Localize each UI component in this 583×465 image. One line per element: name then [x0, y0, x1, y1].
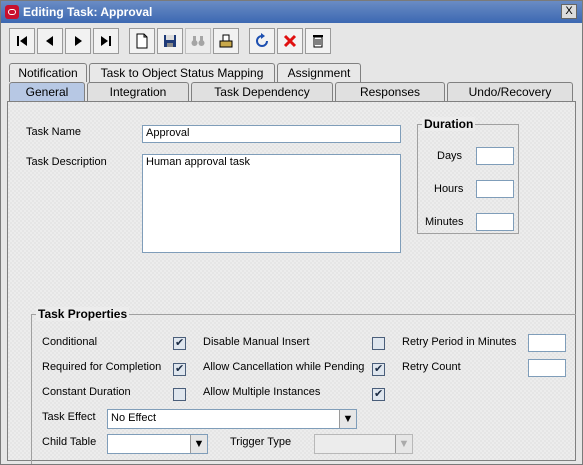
minutes-input[interactable]: [476, 213, 514, 231]
save-button[interactable]: [157, 28, 183, 54]
duration-title: Duration: [422, 117, 476, 131]
tab-undo-recovery[interactable]: Undo/Recovery: [447, 82, 573, 101]
tab-task-to-object-status-mapping[interactable]: Task to Object Status Mapping: [89, 63, 275, 82]
child-table-select[interactable]: ▼: [107, 434, 208, 454]
tab-assignment[interactable]: Assignment: [277, 63, 361, 82]
task-description-label: Task Description: [26, 156, 107, 168]
last-record-icon: [101, 36, 111, 46]
constant-duration-checkbox[interactable]: [173, 388, 186, 401]
tab-general[interactable]: General: [9, 82, 85, 101]
tab-integration[interactable]: Integration: [87, 82, 189, 101]
retry-count-input[interactable]: [528, 359, 566, 377]
days-input[interactable]: [476, 147, 514, 165]
cancel-button[interactable]: [277, 28, 303, 54]
allow-cancellation-checkbox[interactable]: [372, 362, 385, 376]
task-name-input[interactable]: Approval: [142, 125, 401, 143]
first-record-button[interactable]: [9, 28, 35, 54]
constant-duration-label: Constant Duration: [42, 386, 131, 398]
trash-icon: [313, 35, 323, 48]
tab-responses[interactable]: Responses: [335, 82, 445, 101]
previous-record-button[interactable]: [37, 28, 63, 54]
next-record-icon: [75, 36, 82, 46]
new-document-icon: [136, 33, 148, 49]
close-button[interactable]: X: [561, 4, 577, 19]
window-title: Editing Task: Approval: [23, 5, 153, 19]
import-button[interactable]: [213, 28, 239, 54]
chevron-down-icon: ▼: [339, 410, 356, 428]
allow-cancellation-label: Allow Cancellation while Pending: [203, 361, 365, 373]
cancel-x-icon: [283, 34, 297, 48]
task-effect-select[interactable]: No Effect ▼: [107, 409, 357, 429]
general-panel: Task Name Approval Task Description Huma…: [7, 101, 576, 464]
task-properties-title: Task Properties: [36, 307, 130, 321]
disable-manual-insert-label: Disable Manual Insert: [203, 336, 310, 348]
delete-button[interactable]: [305, 28, 331, 54]
days-label: Days: [437, 150, 463, 162]
task-name-label: Task Name: [26, 126, 82, 138]
title-bar: Editing Task: Approval X: [1, 1, 582, 23]
trigger-type-label: Trigger Type: [230, 436, 292, 448]
toolbar: [5, 26, 579, 60]
required-for-completion-checkbox[interactable]: [173, 362, 186, 376]
tab-notification[interactable]: Notification: [9, 63, 87, 82]
hours-input[interactable]: [476, 180, 514, 198]
binoculars-icon: [191, 36, 205, 46]
required-for-completion-label: Required for Completion: [42, 361, 162, 373]
disable-manual-insert-checkbox[interactable]: [372, 337, 385, 350]
hours-label: Hours: [434, 183, 464, 195]
chevron-down-icon: ▼: [395, 435, 412, 453]
duration-group: Duration Days Hours Minutes: [417, 117, 519, 234]
task-effect-label: Task Effect: [42, 411, 96, 423]
refresh-icon: [256, 33, 268, 47]
first-record-icon: [17, 36, 27, 46]
tab-task-dependency[interactable]: Task Dependency: [191, 82, 333, 101]
previous-record-icon: [46, 36, 53, 46]
last-record-button[interactable]: [93, 28, 119, 54]
conditional-checkbox[interactable]: [173, 336, 186, 350]
child-table-label: Child Table: [42, 436, 97, 448]
find-button[interactable]: [185, 28, 211, 54]
task-effect-value: No Effect: [111, 412, 157, 424]
conditional-label: Conditional: [42, 336, 98, 348]
allow-multiple-instances-label: Allow Multiple Instances: [203, 386, 321, 398]
chevron-down-icon: ▼: [190, 435, 207, 453]
save-icon: [164, 35, 176, 47]
import-icon: [219, 34, 233, 48]
retry-period-input[interactable]: [528, 334, 566, 352]
trigger-type-select[interactable]: ▼: [314, 434, 413, 454]
allow-multiple-instances-checkbox[interactable]: [372, 387, 385, 401]
retry-period-label: Retry Period in Minutes: [402, 336, 517, 348]
retry-count-label: Retry Count: [402, 361, 461, 373]
task-description-textarea[interactable]: Human approval task: [142, 154, 401, 253]
refresh-button[interactable]: [249, 28, 275, 54]
next-record-button[interactable]: [65, 28, 91, 54]
tab-strip: Notification Task to Object Status Mappi…: [1, 63, 582, 103]
minutes-label: Minutes: [425, 216, 464, 228]
task-editor-window: Editing Task: Approval X Notification Ta…: [0, 0, 583, 465]
new-button[interactable]: [129, 28, 155, 54]
oracle-logo-icon: [5, 5, 19, 19]
